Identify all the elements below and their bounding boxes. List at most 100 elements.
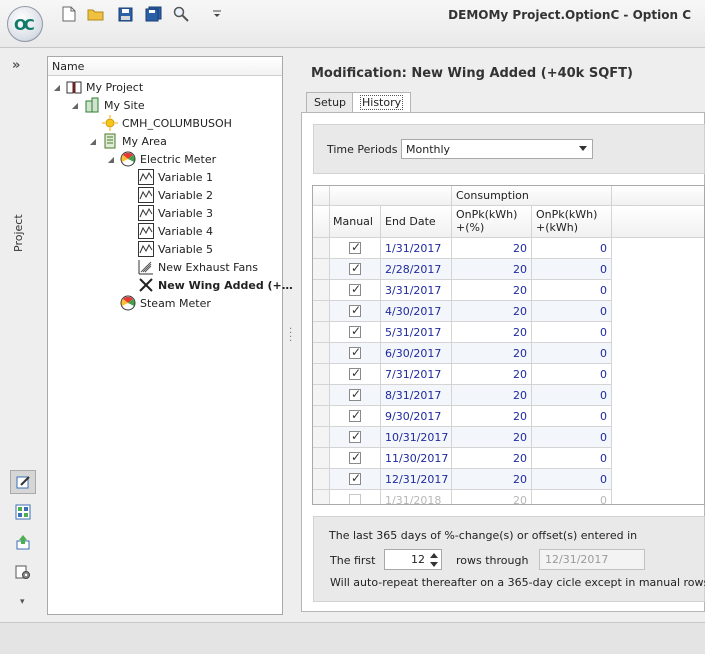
dropdown-arrow-icon[interactable] (579, 146, 587, 151)
manual-checkbox-cell[interactable] (330, 238, 381, 259)
stepper-up-icon[interactable] (430, 553, 438, 558)
collapse-arrow-icon[interactable]: ◢ (70, 101, 80, 110)
manual-checkbox[interactable] (349, 471, 361, 485)
onpk-pct-cell[interactable]: 20 (452, 301, 532, 322)
onpk-pct-cell[interactable]: 20 (452, 364, 532, 385)
manual-checkbox[interactable] (349, 429, 361, 443)
tree-node-new-wing-added[interactable]: New Wing Added (+… (138, 276, 293, 294)
end-date-cell[interactable]: 11/30/2017 (381, 448, 452, 469)
onpk-kwh-cell[interactable]: 0 (532, 259, 612, 280)
collapse-arrow-icon[interactable]: ◢ (52, 83, 62, 92)
onpk-pct-cell[interactable]: 20 (452, 259, 532, 280)
onpk-pct-cell[interactable]: 20 (452, 280, 532, 301)
onpk-pct-cell[interactable]: 20 (452, 343, 532, 364)
manual-checkbox[interactable] (349, 366, 361, 380)
end-date-cell[interactable]: 4/30/2017 (381, 301, 452, 322)
onpk-pct-cell[interactable]: 20 (452, 406, 532, 427)
onpk-pct-cell[interactable]: 20 (452, 490, 532, 504)
open-folder-icon[interactable] (87, 5, 105, 23)
tree-node-weather-station[interactable]: CMH_COLUMBUSOH (102, 114, 232, 132)
onpk-pct-cell[interactable]: 20 (452, 238, 532, 259)
onpk-pct-cell[interactable]: 20 (452, 322, 532, 343)
onpk-kwh-cell[interactable]: 0 (532, 448, 612, 469)
manual-checkbox-cell[interactable] (330, 322, 381, 343)
onpk-kwh-cell[interactable]: 0 (532, 322, 612, 343)
end-date-cell[interactable]: 5/31/2017 (381, 322, 452, 343)
onpk-pct-cell[interactable]: 20 (452, 427, 532, 448)
tree-node-steam-meter[interactable]: Steam Meter (120, 294, 211, 312)
search-icon[interactable] (172, 5, 190, 23)
end-date-cell[interactable]: 1/31/2018 (381, 490, 452, 504)
save-all-icon[interactable] (144, 5, 162, 23)
onpk-pct-cell[interactable]: 20 (452, 448, 532, 469)
collapse-arrow-icon[interactable]: ◢ (88, 137, 98, 146)
manual-checkbox-cell[interactable] (330, 364, 381, 385)
manual-checkbox[interactable] (349, 303, 361, 317)
onpk-kwh-cell[interactable]: 0 (532, 343, 612, 364)
tree-node-variable-4[interactable]: Variable 4 (138, 222, 213, 240)
manual-checkbox[interactable] (349, 345, 361, 359)
onpk-kwh-cell[interactable]: 0 (532, 469, 612, 490)
time-periods-select[interactable]: Monthly (401, 139, 593, 159)
manual-checkbox[interactable] (349, 324, 361, 338)
settings-icon[interactable] (10, 560, 36, 584)
onpk-kwh-cell[interactable]: 0 (532, 385, 612, 406)
end-date-cell[interactable]: 7/31/2017 (381, 364, 452, 385)
edit-icon[interactable] (10, 470, 36, 494)
manual-checkbox[interactable] (349, 408, 361, 422)
save-icon[interactable] (116, 5, 134, 23)
tree-node-my-area[interactable]: ◢ My Area (88, 132, 167, 150)
new-icon[interactable] (60, 5, 78, 23)
panel-splitter[interactable]: · · · · (289, 325, 292, 347)
end-date-cell[interactable]: 1/31/2017 (381, 238, 452, 259)
onpk-kwh-cell[interactable]: 0 (532, 364, 612, 385)
manual-checkbox-cell[interactable] (330, 427, 381, 448)
end-date-cell[interactable]: 2/28/2017 (381, 259, 452, 280)
project-tree[interactable]: Name ◢ My Project ◢ My Site CMH_COLUMBUS… (47, 56, 293, 615)
export-icon[interactable] (10, 530, 36, 554)
manual-checkbox[interactable] (349, 261, 361, 275)
manual-checkbox[interactable] (349, 387, 361, 401)
manual-checkbox[interactable] (349, 494, 361, 504)
manual-checkbox-cell[interactable] (330, 490, 381, 504)
tree-column-header[interactable]: Name (48, 57, 282, 76)
tab-history[interactable]: History (352, 92, 412, 114)
manual-checkbox-cell[interactable] (330, 301, 381, 322)
manual-checkbox-cell[interactable] (330, 406, 381, 427)
project-panel-label[interactable]: Project (12, 214, 25, 252)
dashboard-icon[interactable] (10, 500, 36, 524)
first-rows-stepper[interactable]: 12 (384, 549, 442, 570)
customize-toolbar-dropdown-icon[interactable] (208, 5, 226, 23)
manual-checkbox-cell[interactable] (330, 280, 381, 301)
manual-checkbox[interactable] (349, 240, 361, 254)
onpk-pct-cell[interactable]: 20 (452, 385, 532, 406)
tree-node-electric-meter[interactable]: ◢ Electric Meter (106, 150, 216, 168)
manual-checkbox-cell[interactable] (330, 448, 381, 469)
manual-checkbox-cell[interactable] (330, 259, 381, 280)
onpk-kwh-cell[interactable]: 0 (532, 301, 612, 322)
app-menu-button[interactable]: OC (7, 6, 43, 42)
column-header-end-date[interactable]: End Date (381, 206, 452, 238)
end-date-cell[interactable]: 3/31/2017 (381, 280, 452, 301)
onpk-kwh-cell[interactable]: 0 (532, 280, 612, 301)
tree-node-new-exhaust-fans[interactable]: New Exhaust Fans (138, 258, 258, 276)
tree-node-variable-3[interactable]: Variable 3 (138, 204, 213, 222)
onpk-pct-cell[interactable]: 20 (452, 469, 532, 490)
column-header-onpk-pct[interactable]: OnPk(kWh) +(%) (452, 206, 532, 238)
end-date-cell[interactable]: 6/30/2017 (381, 343, 452, 364)
column-header-onpk-kwh[interactable]: OnPk(kWh) +(kWh) (532, 206, 612, 238)
end-date-cell[interactable]: 8/31/2017 (381, 385, 452, 406)
history-grid[interactable]: Consumption Manual End Date OnPk(kWh) +(… (312, 185, 705, 505)
tree-node-my-project[interactable]: ◢ My Project (52, 78, 143, 96)
tree-node-variable-2[interactable]: Variable 2 (138, 186, 213, 204)
onpk-kwh-cell[interactable]: 0 (532, 490, 612, 504)
end-date-cell[interactable]: 9/30/2017 (381, 406, 452, 427)
manual-checkbox[interactable] (349, 282, 361, 296)
onpk-kwh-cell[interactable]: 0 (532, 427, 612, 448)
stepper-down-icon[interactable] (430, 562, 438, 567)
tree-node-my-site[interactable]: ◢ My Site (70, 96, 145, 114)
manual-checkbox-cell[interactable] (330, 469, 381, 490)
collapse-arrow-icon[interactable]: ◢ (106, 155, 116, 164)
end-date-cell[interactable]: 10/31/2017 (381, 427, 452, 448)
column-header-manual[interactable]: Manual (330, 206, 381, 238)
